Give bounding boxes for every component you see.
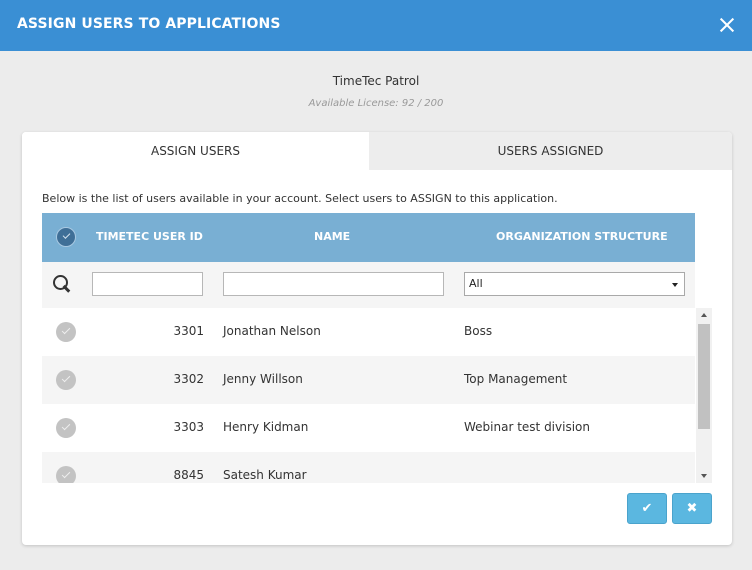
user-id-filter-input[interactable] <box>92 272 203 296</box>
user-id-cell: 3302 <box>173 372 204 386</box>
organization-filter-select[interactable]: All <box>464 272 685 296</box>
name-cell: Jonathan Nelson <box>223 324 321 338</box>
name-cell: Satesh Kumar <box>223 468 307 482</box>
name-cell: Henry Kidman <box>223 420 309 434</box>
confirm-button[interactable]: ✔ <box>627 493 667 524</box>
application-name: TimeTec Patrol <box>332 74 420 88</box>
column-header-user-id[interactable]: TIMETEC USER ID <box>96 230 203 243</box>
instruction-text: Below is the list of users available in … <box>42 192 558 205</box>
table-header: TIMETEC USER ID NAME ORGANIZATION STRUCT… <box>42 213 695 262</box>
table-row[interactable]: 8845 Satesh Kumar <box>42 452 695 483</box>
cancel-button[interactable]: ✖ <box>672 493 712 524</box>
column-header-name[interactable]: NAME <box>314 230 350 243</box>
modal-title: ASSIGN USERS TO APPLICATIONS <box>17 16 281 32</box>
organization-cell: Webinar test division <box>464 420 590 434</box>
name-cell: Jenny Willson <box>223 372 303 386</box>
table-body: 3301 Jonathan Nelson Boss 3302 Jenny Wil… <box>42 308 712 483</box>
chevron-down-icon <box>672 283 678 287</box>
times-icon: ✖ <box>686 501 698 516</box>
scroll-down-icon[interactable] <box>701 474 707 478</box>
name-filter-input[interactable] <box>223 272 444 296</box>
row-check-icon[interactable] <box>56 466 76 483</box>
row-check-icon[interactable] <box>56 370 76 390</box>
column-header-organization[interactable]: ORGANIZATION STRUCTURE <box>496 230 668 243</box>
user-id-cell: 3301 <box>173 324 204 338</box>
organization-cell: Boss <box>464 324 493 338</box>
assign-card: ASSIGN USERS USERS ASSIGNED Below is the… <box>22 132 732 545</box>
row-check-icon[interactable] <box>56 322 76 342</box>
table-scrollbar[interactable] <box>696 308 712 483</box>
assign-users-modal: ASSIGN USERS TO APPLICATIONS TimeTec Pat… <box>0 0 752 570</box>
modal-header: ASSIGN USERS TO APPLICATIONS <box>0 0 752 51</box>
tab-assign-users[interactable]: ASSIGN USERS <box>22 132 369 170</box>
search-icon <box>53 275 71 293</box>
row-check-icon[interactable] <box>56 418 76 438</box>
user-id-cell: 8845 <box>173 468 204 482</box>
table-row[interactable]: 3302 Jenny Willson Top Management <box>42 356 695 404</box>
user-id-cell: 3303 <box>173 420 204 434</box>
filter-row: All <box>42 262 695 308</box>
table-row[interactable]: 3303 Henry Kidman Webinar test division <box>42 404 695 452</box>
scroll-up-icon[interactable] <box>701 313 707 317</box>
tab-users-assigned[interactable]: USERS ASSIGNED <box>369 132 732 170</box>
organization-filter-value: All <box>469 277 483 290</box>
close-icon[interactable] <box>714 12 740 38</box>
check-icon: ✔ <box>641 501 653 516</box>
table-row[interactable]: 3301 Jonathan Nelson Boss <box>42 308 695 356</box>
scrollbar-thumb[interactable] <box>698 324 710 429</box>
select-all-check-icon[interactable] <box>56 227 76 247</box>
license-info: Available License: 92 / 200 <box>308 98 444 109</box>
organization-cell: Top Management <box>464 372 568 386</box>
